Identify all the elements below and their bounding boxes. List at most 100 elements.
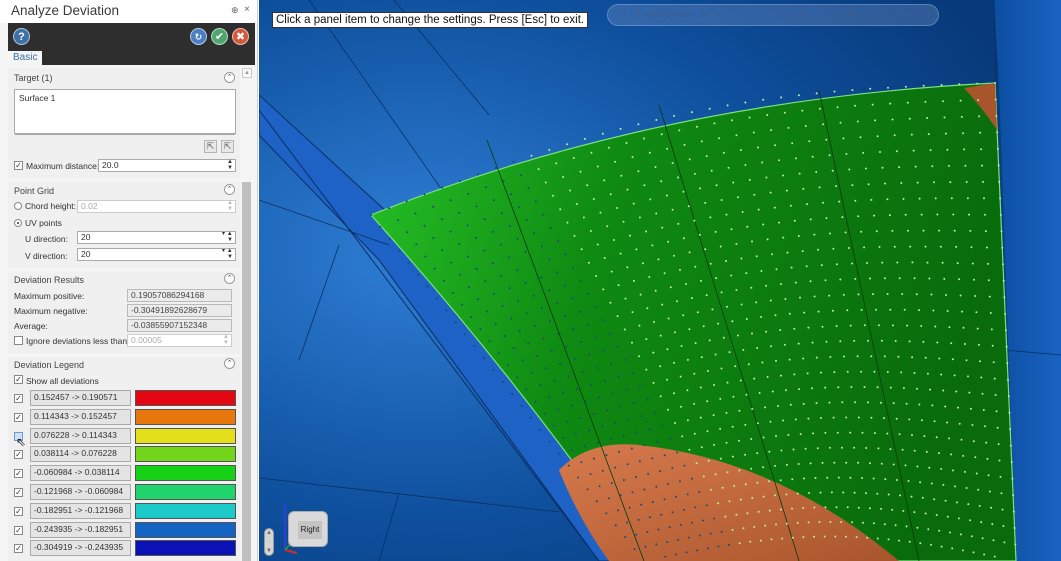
target-list-item[interactable]: Surface 1 bbox=[19, 93, 231, 103]
deviation-point bbox=[822, 201, 825, 204]
legend-row-checkbox[interactable]: ✓ bbox=[14, 506, 23, 516]
deviation-point bbox=[512, 347, 515, 350]
view-cube[interactable]: Right bbox=[288, 511, 328, 547]
collapse-legend-button[interactable]: ⌃ bbox=[224, 358, 235, 369]
ignore-deviations-checkbox[interactable] bbox=[14, 336, 23, 345]
deviation-point bbox=[731, 425, 734, 428]
deviation-point bbox=[952, 469, 954, 472]
ignore-deviations-input[interactable]: 0.00005 ▲ ▼ bbox=[127, 334, 232, 347]
save-icon[interactable]: ▢ bbox=[618, 9, 627, 20]
navigation-wheel[interactable]: ▲ · ▼ bbox=[264, 528, 274, 556]
legend-color-swatch[interactable] bbox=[135, 408, 236, 425]
deviation-point bbox=[807, 521, 810, 524]
close-icon[interactable]: × bbox=[244, 4, 250, 15]
deviation-point bbox=[769, 420, 772, 423]
collapse-results-button[interactable]: ⌃ bbox=[224, 273, 235, 284]
grid-snap-icon[interactable]: ▪ bbox=[716, 9, 719, 19]
deviation-point bbox=[590, 151, 593, 154]
deviation-point bbox=[572, 157, 575, 159]
legend-row-checkbox[interactable]: ✓ bbox=[14, 525, 23, 535]
deviation-point bbox=[807, 417, 810, 420]
deviation-point bbox=[679, 523, 682, 526]
autocursor-label[interactable]: AutoCursor bbox=[646, 9, 692, 19]
add-selection-button[interactable]: ⇱ bbox=[204, 140, 217, 153]
tab-basic[interactable]: Basic bbox=[8, 51, 43, 65]
scrollbar-thumb[interactable] bbox=[242, 182, 251, 561]
deviation-point bbox=[774, 464, 776, 467]
deviation-point bbox=[424, 255, 427, 258]
deviation-point bbox=[790, 266, 793, 269]
deviation-point bbox=[548, 148, 551, 151]
deviation-point bbox=[879, 401, 882, 404]
deviation-point bbox=[875, 308, 877, 311]
legend-color-swatch[interactable] bbox=[135, 502, 236, 519]
deviation-point bbox=[596, 165, 599, 168]
deviation-point bbox=[539, 384, 542, 386]
deviation-point bbox=[904, 213, 907, 216]
deviation-point bbox=[801, 250, 804, 253]
cancel-button[interactable]: ✖ bbox=[232, 28, 249, 45]
help-button[interactable]: ? bbox=[13, 28, 30, 45]
select-button[interactable]: ⇱ bbox=[221, 140, 234, 153]
legend-row-checkbox[interactable]: ✓ bbox=[14, 488, 23, 497]
deviation-point bbox=[982, 409, 985, 411]
ok-button[interactable]: ✔ bbox=[211, 28, 228, 45]
deviation-point bbox=[618, 450, 621, 453]
deviation-point bbox=[867, 183, 870, 186]
deviation-point bbox=[889, 308, 892, 311]
deviation-point bbox=[894, 524, 897, 527]
target-list[interactable]: Surface 1 bbox=[14, 89, 236, 135]
legend-row-checkbox[interactable]: ✓ bbox=[14, 394, 23, 403]
select-icon[interactable]: ⇱ bbox=[798, 9, 806, 20]
max-distance-input[interactable]: 20.0 ▲ ▼ bbox=[98, 159, 236, 172]
deviation-point bbox=[705, 504, 708, 507]
grid-icon[interactable]: ▦ bbox=[848, 9, 857, 20]
collapse-point-grid-button[interactable]: ⌃ bbox=[224, 184, 235, 195]
3d-viewport[interactable]: Click a panel item to change the setting… bbox=[259, 0, 1061, 561]
legend-color-swatch[interactable] bbox=[135, 465, 236, 482]
deviation-point bbox=[886, 293, 889, 295]
deviation-point bbox=[922, 229, 925, 232]
legend-color-swatch[interactable] bbox=[135, 484, 236, 500]
deviation-point bbox=[833, 461, 836, 464]
deviation-point bbox=[450, 261, 453, 264]
deviation-point bbox=[663, 272, 666, 275]
deviation-point bbox=[570, 404, 573, 407]
legend-row-checkbox[interactable]: ✓ bbox=[14, 469, 23, 479]
collapse-target-button[interactable]: ⌃ bbox=[224, 72, 235, 83]
u-direction-input[interactable]: 20 ▾ ▲ ▼ bbox=[77, 231, 236, 244]
uv-points-radio[interactable] bbox=[14, 219, 22, 227]
chord-height-radio[interactable] bbox=[14, 202, 22, 210]
deviation-point bbox=[635, 533, 638, 536]
apply-button[interactable]: ↻ bbox=[190, 28, 207, 45]
deviation-point bbox=[898, 277, 901, 280]
view-icon[interactable]: ▯ bbox=[876, 9, 881, 20]
deviation-point bbox=[653, 411, 656, 414]
pointer-icon[interactable]: ↖ bbox=[893, 9, 901, 20]
deviation-point bbox=[572, 266, 574, 269]
autocursor-icon[interactable]: ⇱ bbox=[634, 9, 642, 20]
scroll-up-button[interactable]: ▲ bbox=[242, 68, 252, 78]
legend-color-swatch[interactable] bbox=[135, 427, 236, 444]
rotate-icon[interactable]: ↻ bbox=[908, 9, 916, 20]
chord-height-input[interactable]: 0.02 ▲ ▼ bbox=[77, 200, 236, 213]
deviation-point bbox=[492, 369, 495, 372]
legend-row-checkbox[interactable]: ✓ bbox=[14, 450, 23, 460]
pin-icon[interactable]: ⊕ bbox=[231, 5, 239, 16]
legend-color-swatch[interactable] bbox=[135, 390, 236, 406]
deviation-point bbox=[835, 325, 838, 328]
legend-row-checkbox[interactable]: ✓ bbox=[14, 412, 23, 422]
show-all-deviations-checkbox[interactable]: ✓ bbox=[14, 375, 23, 384]
legend-row-checkbox[interactable]: ✓ bbox=[14, 544, 23, 554]
ignore-deviations-label: Ignore deviations less than: bbox=[26, 336, 130, 346]
legend-color-swatch[interactable] bbox=[135, 521, 236, 538]
max-distance-checkbox[interactable]: ✓ bbox=[14, 161, 23, 170]
deviation-point bbox=[830, 491, 833, 494]
view-cube-face[interactable]: Right bbox=[298, 521, 322, 539]
legend-color-swatch[interactable] bbox=[135, 540, 236, 557]
deviation-point bbox=[1002, 263, 1004, 266]
v-direction-input[interactable]: 20 ▾ ▲ ▼ bbox=[77, 248, 236, 261]
snap-icon[interactable]: ⁂ bbox=[698, 9, 707, 20]
legend-color-swatch[interactable] bbox=[135, 446, 236, 463]
deviation-point bbox=[614, 422, 617, 424]
